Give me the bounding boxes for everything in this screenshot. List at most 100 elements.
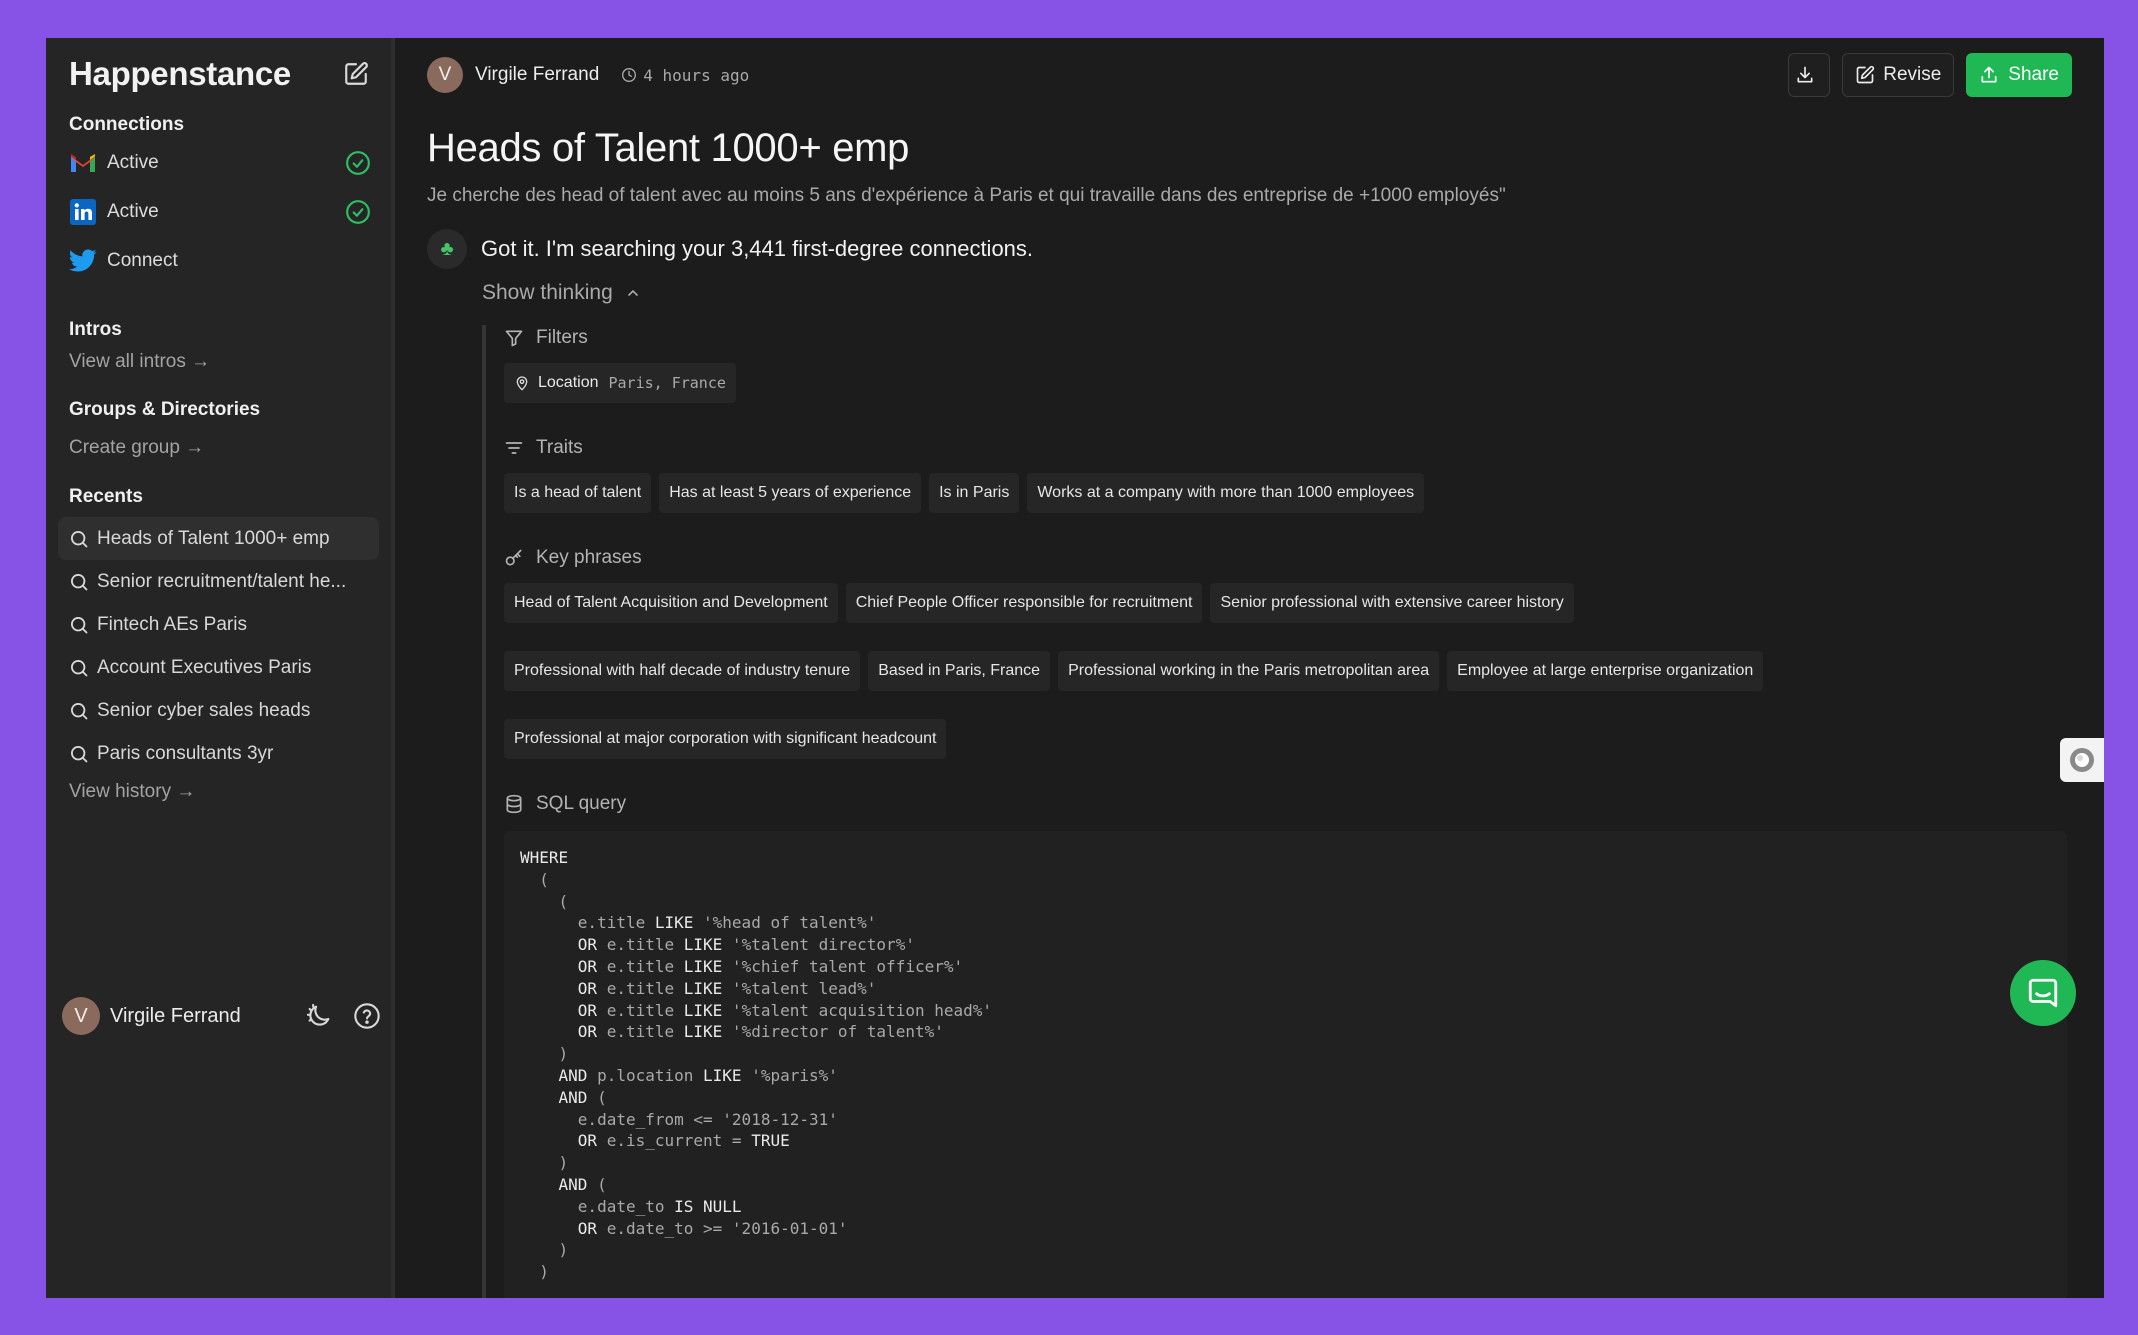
sql-line: OR e.title LIKE '%talent director%' [577,935,915,955]
recent-item-label: Paris consultants 3yr [97,742,274,764]
chevron-up-icon [627,290,638,296]
sql-line: AND ( [558,1087,607,1107]
clover-icon: ♣ [427,229,467,269]
filters-list: Location Paris, France [504,363,2072,403]
sql-header: SQL query [504,791,2072,817]
recent-item[interactable]: Fintech AEs Paris [58,603,379,646]
result-header: V Virgile Ferrand 4 hours ago Revise Sha… [427,38,2072,112]
trait-chip[interactable]: Is in Paris [929,473,1020,513]
key-phrase-chip[interactable]: Employee at large enterprise organizatio… [1447,651,1764,691]
header-actions: Revise Share [1788,53,2072,97]
sql-line: OR e.date_to >= '2016-01-01' [577,1218,848,1238]
revise-button[interactable]: Revise [1842,53,1955,97]
filter-chip[interactable]: Location Paris, France [504,363,736,403]
filter-key: Location [538,374,599,391]
author-avatar: V [427,57,463,93]
sql-line: OR e.title LIKE '%director of talent%' [577,1022,944,1042]
main-panel: V Virgile Ferrand 4 hours ago Revise Sha… [395,38,2104,1298]
filters-title: Filters [536,327,588,348]
trait-chip[interactable]: Is a head of talent [504,473,652,513]
search-icon [71,745,88,762]
user-menu[interactable]: V Virgile Ferrand [62,996,382,1036]
key-phrase-chip[interactable]: Professional working in the Paris metrop… [1058,651,1440,691]
recent-item-label: Account Executives Paris [97,656,312,678]
sql-line: ) [520,1262,549,1282]
sql-line: ) [520,1044,569,1064]
sidebar-header: Happenstance [58,38,379,110]
recent-item[interactable]: Heads of Talent 1000+ emp [58,517,379,560]
sql-line: e.date_from <= '2018-12-31' [520,1109,838,1129]
assistant-message: ♣ Got it. I'm searching your 3,441 first… [427,229,2072,269]
key-phrase-chip[interactable]: Professional at major corporation with s… [504,719,947,759]
sql-line: WHERE [520,848,569,867]
help-icon[interactable] [352,1001,382,1031]
user-name: Virgile Ferrand [110,1004,241,1027]
avatar: V [62,997,100,1035]
chat-support-button[interactable] [2010,960,2076,1026]
clock-icon [622,68,637,82]
key-phrases-header: Key phrases [504,545,2072,571]
show-thinking-label: Show thinking [482,281,613,304]
connection-gmail[interactable]: Active [58,138,379,187]
sidebar: Happenstance Connections Active Active C… [46,38,395,1298]
search-icon [71,659,88,676]
recent-item-label: Senior cyber sales heads [97,699,311,721]
check-circle-icon [346,199,370,224]
create-group-link[interactable]: Create group → [58,437,379,459]
connection-linkedin-label: Active [107,200,159,222]
check-circle-icon [346,150,370,175]
recent-item[interactable]: Senior cyber sales heads [58,689,379,732]
recent-item[interactable]: Account Executives Paris [58,646,379,689]
theme-toggle-icon[interactable] [304,1001,334,1031]
page-title: Heads of Talent 1000+ emp [427,126,910,170]
circle-icon [2070,748,2094,772]
connection-linkedin[interactable]: Active [58,187,379,236]
view-history-link[interactable]: View history → [58,781,379,803]
trait-chip[interactable]: Works at a company with more than 1000 e… [1027,473,1425,513]
recent-item[interactable]: Senior recruitment/talent he... [58,560,379,603]
recent-item-label: Heads of Talent 1000+ emp [97,527,330,549]
new-search-icon[interactable] [341,59,371,89]
search-icon [71,616,88,633]
sql-line: AND ( [558,1174,607,1194]
search-icon [71,573,88,590]
sql-title: SQL query [536,793,627,814]
download-button[interactable] [1788,53,1831,97]
linkedin-icon [69,198,97,226]
sql-line: e.title LIKE '%head of talent%' [520,913,877,933]
sql-code: WHERE ( ( e.title LIKE '%head of talent%… [520,847,2051,1283]
list-filter-icon [505,442,523,454]
timestamp-label: 4 hours ago [643,65,750,85]
connection-twitter[interactable]: Connect [58,236,379,285]
sql-line: e.date_to IS NULL [520,1196,742,1216]
twitter-icon [69,247,97,275]
groups-title: Groups & Directories [69,399,261,420]
traits-header: Traits [504,435,2072,461]
intros-title: Intros [69,319,122,340]
sql-code-block: WHERE ( ( e.title LIKE '%head of talent%… [504,831,2067,1298]
key-phrase-chip[interactable]: Senior professional with extensive caree… [1210,583,1574,623]
sql-line: OR e.is_current = TRUE [577,1131,790,1151]
sql-line: OR e.title LIKE '%talent lead%' [577,978,877,998]
author-name: Virgile Ferrand [475,64,600,85]
thinking-panel: Filters Location Paris, France Traits Is… [482,325,2072,1298]
show-thinking-toggle[interactable]: Show thinking [482,281,2072,305]
connections-title: Connections [69,114,185,135]
key-phrase-chip[interactable]: Professional with half decade of industr… [504,651,861,691]
key-phrase-chip[interactable]: Based in Paris, France [868,651,1051,691]
view-all-intros-link[interactable]: View all intros → [58,351,379,373]
side-widget-button[interactable] [2060,738,2104,782]
key-phrase-chip[interactable]: Chief People Officer responsible for rec… [845,583,1203,623]
recent-item-label: Fintech AEs Paris [97,613,247,635]
filter-value: Paris, France [608,374,726,392]
share-button[interactable]: Share [1966,53,2072,97]
trait-chip[interactable]: Has at least 5 years of experience [659,473,922,513]
share-icon [1981,66,1997,83]
gmail-icon [69,149,97,177]
filters-header: Filters [504,325,2072,351]
recent-item[interactable]: Paris consultants 3yr [58,732,379,775]
app-name: Happenstance [69,55,291,92]
search-query-text: Je cherche des head of talent avec au mo… [427,185,1506,206]
key-phrases-list: Head of Talent Acquisition and Developme… [504,583,2004,759]
key-phrase-chip[interactable]: Head of Talent Acquisition and Developme… [504,583,838,623]
